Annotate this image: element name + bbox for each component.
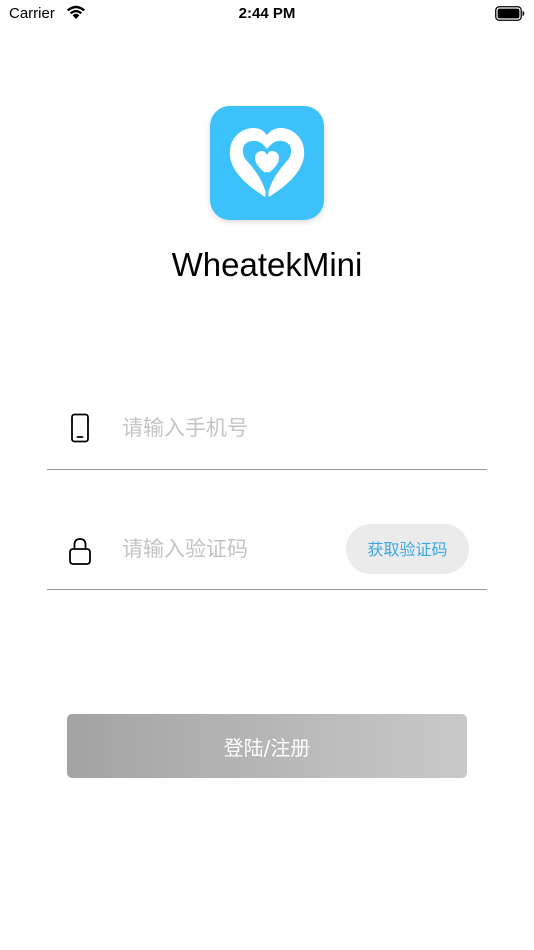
lock-icon [69, 538, 91, 565]
app-logo [210, 106, 324, 220]
status-time: 2:44 PM [238, 5, 296, 22]
status-bar: Carrier 2:44 PM [0, 0, 534, 28]
phone-input[interactable] [122, 410, 342, 446]
login-register-button[interactable]: 登陆/注册 [67, 714, 467, 778]
code-divider [47, 589, 487, 590]
phone-field-row [47, 350, 487, 470]
app-name: WheatekMini [171, 246, 363, 283]
code-input[interactable] [122, 531, 342, 567]
heart-logo-icon [229, 128, 305, 198]
get-code-button[interactable]: 获取验证码 [346, 524, 469, 574]
code-field-row: 获取验证码 [47, 470, 487, 590]
phone-icon [71, 413, 89, 443]
battery-icon [495, 6, 525, 21]
login-screen: Carrier 2:44 PM WheatekMini 请输入手机号 请输入验证… [0, 0, 534, 950]
